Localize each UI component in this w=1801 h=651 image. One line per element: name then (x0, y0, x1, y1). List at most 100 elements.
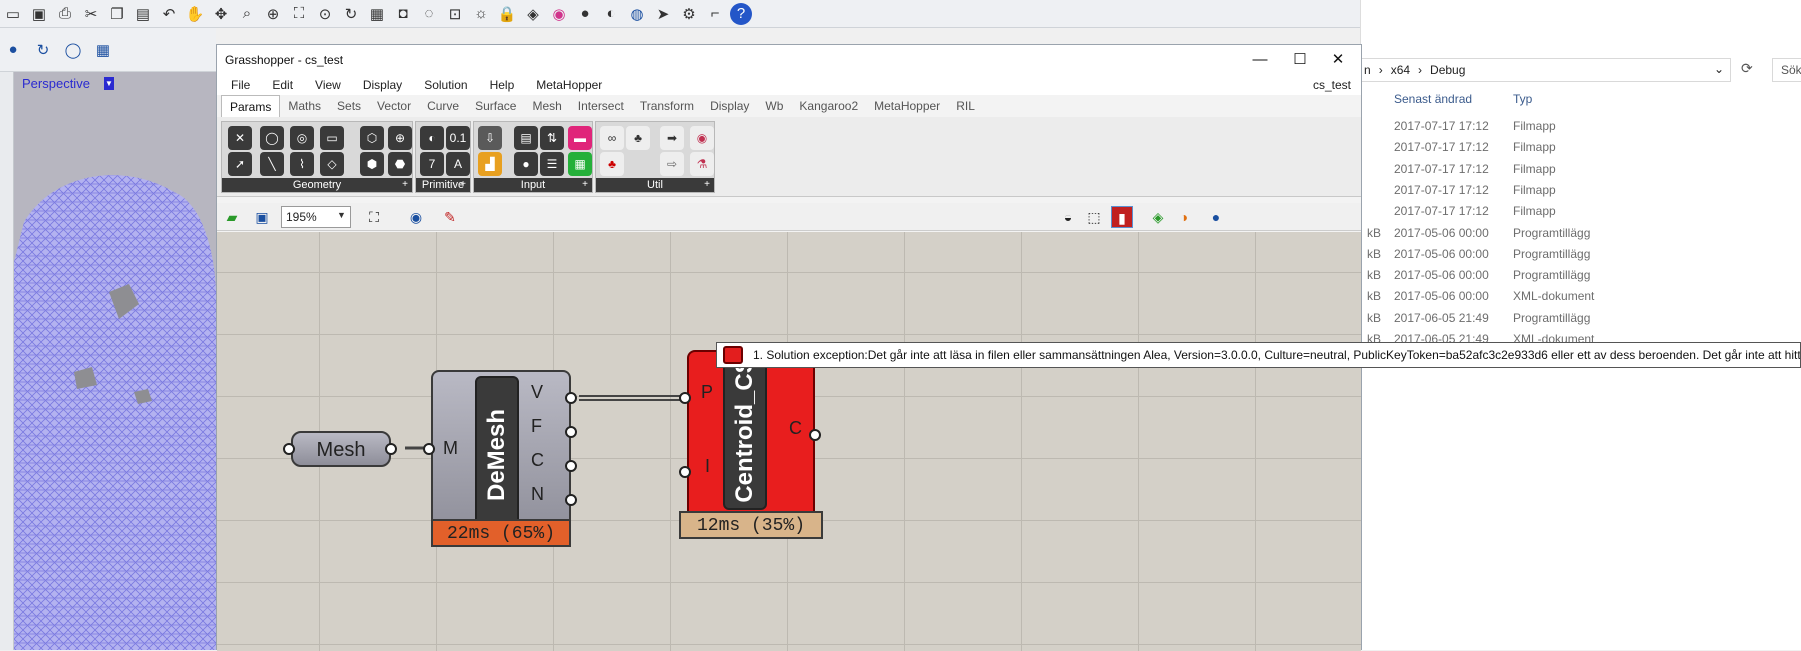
help-icon[interactable]: ? (730, 2, 752, 25)
grid-icon[interactable]: ▦ (366, 3, 388, 25)
list-item[interactable]: 2017-07-17 17:12 Filmapp (1361, 137, 1801, 158)
zoom-extents-icon[interactable]: ⛶ (363, 206, 385, 228)
mesh-param-icon[interactable]: ⊕ (388, 126, 412, 150)
tab-params[interactable]: Params (221, 95, 281, 117)
bake-icon[interactable]: ◈ (1147, 206, 1169, 228)
bracket-icon[interactable]: ⌐ (704, 3, 726, 25)
mesh-param-component[interactable]: Mesh (291, 431, 391, 467)
output-grip[interactable] (565, 392, 577, 404)
breadcrumb-part[interactable]: Debug (1430, 63, 1465, 77)
menu-edit[interactable]: Edit (258, 75, 301, 95)
list-item[interactable]: 2017-07-17 17:12 Filmapp (1361, 201, 1801, 222)
graph-mapper-icon[interactable]: ▟ (478, 152, 502, 176)
zoom-icon[interactable]: ⌕ (236, 3, 258, 25)
text-param-icon[interactable]: A (446, 152, 470, 176)
glasses-icon[interactable]: ∞ (600, 126, 624, 150)
list-item[interactable]: kB 2017-05-06 00:00 Programtillägg (1361, 265, 1801, 286)
snap-icon[interactable]: ⊡ (444, 3, 466, 25)
tab-kangaroo2[interactable]: Kangaroo2 (791, 95, 866, 117)
vector-param-icon[interactable]: ➚ (228, 152, 252, 176)
rotate-icon[interactable]: ↻ (340, 3, 362, 25)
maximize-icon[interactable]: ☐ (1285, 49, 1315, 71)
print-icon[interactable]: ⎙ (54, 3, 76, 25)
number-param-icon[interactable]: 0.1 (446, 126, 470, 150)
save-icon[interactable]: ▣ (251, 206, 273, 228)
breadcrumb-part[interactable]: x64 (1391, 63, 1410, 77)
undo-icon[interactable]: ↶ (158, 3, 180, 25)
move-icon[interactable]: ✥ (210, 3, 232, 25)
viewport-label[interactable]: Perspective (22, 76, 90, 91)
box-param-icon[interactable]: ⬢ (360, 152, 384, 176)
pan-icon[interactable]: ✋ (184, 3, 206, 25)
surface-param-icon[interactable]: ▭ (320, 126, 344, 150)
tab-surface[interactable]: Surface (467, 95, 524, 117)
globe-icon[interactable]: ◍ (626, 3, 648, 25)
column-type[interactable]: Typ (1513, 92, 1532, 106)
input-grip[interactable] (679, 392, 691, 404)
button-icon[interactable]: ● (514, 152, 538, 176)
arrow-right-icon[interactable]: ➡ (660, 126, 684, 150)
open-file-icon[interactable]: ▰ (221, 206, 243, 228)
demesh-component[interactable]: DeMesh M V F C N (431, 370, 571, 540)
curve-param-icon[interactable]: ◎ (290, 126, 314, 150)
menu-metahopper[interactable]: MetaHopper (522, 75, 610, 95)
polyline-param-icon[interactable]: ⌇ (290, 152, 314, 176)
sketch-icon[interactable]: ✎ (439, 206, 461, 228)
tab-metahopper[interactable]: MetaHopper (866, 95, 948, 117)
cut-icon[interactable]: ✂ (80, 3, 102, 25)
line-param-icon[interactable]: ╲ (260, 152, 284, 176)
list-item[interactable]: kB 2017-06-05 21:49 Programtillägg (1361, 308, 1801, 329)
boolean-param-icon[interactable]: ◐ (420, 126, 444, 150)
input-grip[interactable] (423, 443, 435, 455)
cluster-icon[interactable]: ♣ (626, 126, 650, 150)
matrix-icon[interactable]: ▦ (568, 152, 592, 176)
display-mode-icon[interactable]: ● (1205, 206, 1227, 228)
slider-icon[interactable]: ⇅ (540, 126, 564, 150)
field-param-icon[interactable]: ⬣ (388, 152, 412, 176)
viewport-menu-caret-icon[interactable]: ▼ (104, 77, 114, 90)
car-icon[interactable]: ◘ (392, 3, 414, 25)
title-bar[interactable]: Grasshopper - cs_test — ☐ ✕ (217, 45, 1361, 75)
gear-icon[interactable]: ⚙ (678, 3, 700, 25)
menu-solution[interactable]: Solution (410, 75, 475, 95)
copy-icon[interactable]: ❐ (106, 3, 128, 25)
color-wheel-icon[interactable]: ◉ (548, 3, 570, 25)
grasshopper-canvas[interactable]: Mesh DeMesh M V F C N 22ms (65%) Centroi… (217, 232, 1361, 651)
zoom-selected-icon[interactable]: ⊙ (314, 3, 336, 25)
render-sphere-icon[interactable]: ◐ (600, 3, 622, 25)
centroid-cs-component[interactable]: Centroid_CS P I C (687, 350, 815, 520)
preview-selected-icon[interactable]: ▮ (1111, 206, 1133, 228)
list-item[interactable]: kB 2017-05-06 00:00 XML-dokument (1361, 286, 1801, 307)
list-item[interactable]: 2017-07-17 17:12 Filmapp (1361, 116, 1801, 137)
chevron-down-icon[interactable]: ⌄ (1714, 62, 1724, 76)
lock-icon[interactable]: 🔒 (496, 3, 518, 25)
list-item[interactable]: kB 2017-05-06 00:00 Programtillägg (1361, 223, 1801, 244)
cherry-icon[interactable]: ♣ (600, 152, 624, 176)
perspective-viewport[interactable]: Perspective ▼ (14, 72, 216, 650)
rotate-view-icon[interactable]: ↻ (32, 39, 54, 61)
list-item[interactable]: kB 2017-05-06 00:00 Programtillägg (1361, 244, 1801, 265)
lightbulb-icon[interactable]: ☼ (470, 3, 492, 25)
calculator-icon[interactable]: ▤ (514, 126, 538, 150)
input-grip[interactable] (679, 466, 691, 478)
value-list-icon[interactable]: ☰ (540, 152, 564, 176)
integer-param-icon[interactable]: 7 (420, 152, 444, 176)
menu-view[interactable]: View (301, 75, 349, 95)
tab-display[interactable]: Display (702, 95, 757, 117)
address-bar[interactable]: n › x64 › Debug ⌄ (1361, 58, 1731, 82)
tab-wb[interactable]: Wb (757, 95, 791, 117)
breadcrumb-part[interactable]: n (1364, 63, 1371, 77)
new-icon[interactable]: ▭ (2, 3, 24, 25)
tab-sets[interactable]: Sets (329, 95, 369, 117)
brep-param-icon[interactable]: ⬡ (360, 126, 384, 150)
gradient-icon[interactable]: ▬ (568, 126, 592, 150)
circle-param-icon[interactable]: ◯ (260, 126, 284, 150)
refresh-icon[interactable]: ⟳ (1741, 60, 1753, 77)
tab-maths[interactable]: Maths (280, 95, 329, 117)
tab-curve[interactable]: Curve (419, 95, 467, 117)
menu-display[interactable]: Display (349, 75, 410, 95)
preview-eye-icon[interactable]: ◉ (405, 206, 427, 228)
grid-icon[interactable]: ▦ (92, 39, 114, 61)
list-item[interactable]: 2017-07-17 17:12 Filmapp (1361, 159, 1801, 180)
pointer-icon[interactable]: ➤ (652, 3, 674, 25)
